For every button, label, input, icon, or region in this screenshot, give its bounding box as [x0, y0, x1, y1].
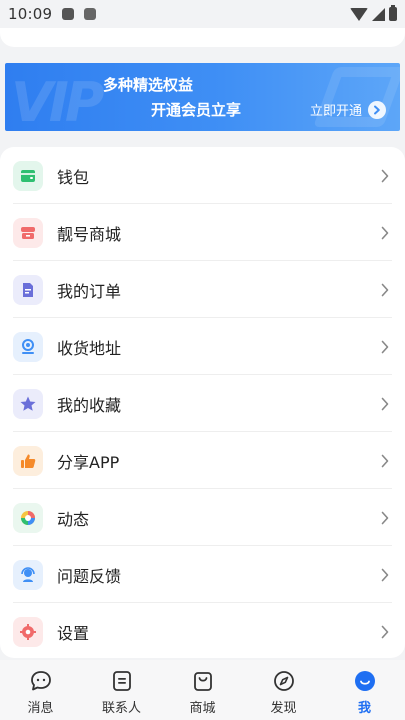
chevron-right-icon — [379, 339, 391, 355]
contacts-icon — [110, 669, 134, 693]
chevron-right-icon — [379, 510, 391, 526]
nav-item-label: 我 — [357, 701, 371, 716]
chevron-right-icon — [379, 567, 391, 583]
menu-item-0[interactable]: 钱包 — [0, 147, 405, 204]
vip-watermark: VIP — [11, 71, 104, 131]
chevron-right-icon — [379, 225, 391, 241]
menu-item-label: 靓号商城 — [57, 224, 122, 244]
support-icon — [13, 559, 43, 590]
menu-item-7[interactable]: 问题反馈 — [0, 546, 405, 603]
star-icon — [13, 388, 43, 419]
status-bar: 10:09 — [0, 0, 405, 28]
nav-item-0[interactable]: 消息 — [0, 660, 81, 720]
location-icon — [13, 331, 43, 362]
menu-item-1[interactable]: 靓号商城 — [0, 204, 405, 261]
vip-banner[interactable]: VIP 多种精选权益 开通会员立享 立即开通 — [5, 63, 400, 131]
profile-icon — [353, 669, 377, 693]
compass-icon — [272, 669, 296, 693]
menu-item-4[interactable]: 我的收藏 — [0, 375, 405, 432]
wallet-icon — [13, 160, 43, 191]
nav-item-4[interactable]: 我 — [324, 660, 405, 720]
menu-item-label: 设置 — [57, 623, 90, 643]
app-notification-icon — [84, 8, 97, 20]
status-indicators — [350, 5, 397, 21]
nav-item-label: 联系人 — [101, 701, 141, 716]
vip-line2: 开通会员立享 — [151, 101, 242, 119]
battery-icon — [389, 5, 397, 21]
status-time: 10:09 — [8, 5, 53, 23]
chevron-right-icon — [379, 624, 391, 640]
menu-item-3[interactable]: 收货地址 — [0, 318, 405, 375]
nav-item-3[interactable]: 发现 — [243, 660, 324, 720]
chevron-right-icon — [379, 453, 391, 469]
thumbs-up-icon — [13, 445, 43, 476]
vip-open-button[interactable]: 立即开通 — [310, 100, 386, 119]
wifi-icon — [350, 7, 368, 21]
signal-icon — [372, 7, 385, 21]
profile-card-bottom — [0, 28, 405, 47]
menu-item-label: 问题反馈 — [57, 566, 122, 586]
chat-bubble-icon — [29, 669, 53, 693]
menu-item-6[interactable]: 动态 — [0, 489, 405, 546]
store-icon — [13, 217, 43, 248]
chevron-right-circle-icon — [368, 100, 386, 119]
order-icon — [13, 274, 43, 305]
vip-open-label: 立即开通 — [309, 104, 362, 119]
nav-item-2[interactable]: 商城 — [162, 660, 243, 720]
chevron-right-icon — [379, 396, 391, 412]
chevron-right-icon — [379, 282, 391, 298]
aperture-icon — [13, 502, 43, 533]
nav-item-label: 商城 — [189, 701, 216, 716]
shopping-bag-icon — [191, 669, 215, 693]
menu-item-label: 动态 — [57, 509, 90, 529]
chevron-right-icon — [379, 168, 391, 184]
menu-item-label: 我的收藏 — [57, 395, 122, 415]
menu-item-5[interactable]: 分享APP — [0, 432, 405, 489]
shield-notification-icon — [62, 8, 75, 20]
menu-item-label: 我的订单 — [57, 281, 122, 301]
vip-line1: 多种精选权益 — [103, 76, 194, 94]
menu-item-label: 钱包 — [57, 167, 90, 187]
menu-list: 钱包靓号商城我的订单收货地址我的收藏分享APP 动态问题反馈设置 — [0, 147, 405, 658]
gear-icon — [13, 616, 43, 647]
menu-item-label: 分享APP — [57, 452, 120, 472]
nav-item-label: 消息 — [27, 701, 54, 716]
menu-item-label: 收货地址 — [57, 338, 122, 358]
nav-item-label: 发现 — [270, 701, 297, 716]
menu-item-8[interactable]: 设置 — [0, 603, 405, 660]
bottom-nav: 消息 联系人 商城 发现 我 — [0, 660, 405, 720]
nav-item-1[interactable]: 联系人 — [81, 660, 162, 720]
menu-item-2[interactable]: 我的订单 — [0, 261, 405, 318]
